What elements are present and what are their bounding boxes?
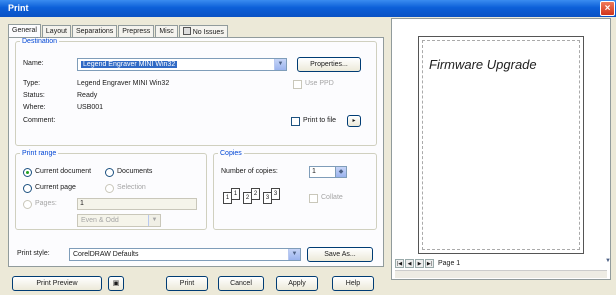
horizontal-scrollbar[interactable]	[395, 270, 607, 278]
chevron-down-icon[interactable]: ▼	[148, 215, 160, 226]
type-value: Legend Engraver MINI Win32	[77, 80, 170, 87]
chevron-down-icon[interactable]: ▼	[274, 59, 286, 70]
collate-page-icon: 2	[251, 188, 260, 200]
current-document-label: Current document	[35, 168, 92, 175]
collate-checkbox[interactable]	[309, 194, 318, 203]
current-page-radio[interactable]	[23, 184, 32, 193]
cancel-button[interactable]: Cancel	[218, 276, 264, 291]
first-page-icon[interactable]: |◀	[395, 259, 404, 268]
page-tab[interactable]: Page 1	[438, 260, 460, 267]
destination-group: Destination	[15, 38, 377, 146]
properties-button[interactable]: Properties...	[297, 57, 361, 72]
print-dialog: Print × General Layout Separations Prepr…	[0, 0, 616, 295]
current-page-label: Current page	[35, 184, 76, 191]
preview-page: Firmware Upgrade	[418, 36, 584, 254]
next-page-icon[interactable]: ▶	[415, 259, 424, 268]
pages-input[interactable]: 1	[77, 198, 197, 210]
collate-page-icon: 3	[271, 188, 280, 200]
print-button[interactable]: Print	[166, 276, 208, 291]
title-bar: Print ×	[0, 0, 616, 17]
print-style-value: CorelDRAW Defaults	[73, 251, 139, 258]
where-value: USB001	[77, 104, 104, 111]
selection-radio[interactable]	[105, 184, 114, 193]
printer-name-select[interactable]: Legend Engraver MINI Win32 ▼	[77, 58, 287, 71]
selection-label: Selection	[117, 184, 146, 191]
preview-icon: ▣	[112, 280, 120, 287]
status-label: Status:	[23, 92, 45, 99]
help-button[interactable]: Help	[332, 276, 374, 291]
print-range-legend: Print range	[22, 150, 57, 157]
print-to-file-label: Print to file	[303, 117, 337, 124]
close-button[interactable]: ×	[600, 1, 615, 16]
status-value: Ready	[77, 92, 98, 99]
type-label: Type:	[23, 80, 41, 87]
collate-page-icon: 1	[231, 188, 240, 200]
apply-button[interactable]: Apply	[276, 276, 318, 291]
even-odd-select[interactable]: Even & Odd ▼	[77, 214, 161, 227]
use-ppd-label: Use PPD	[305, 80, 334, 87]
chevron-down-icon[interactable]: ▼	[288, 249, 300, 260]
print-preview-button[interactable]: Print Preview	[12, 276, 102, 291]
collate-label: Collate	[321, 194, 343, 201]
copies-spinner[interactable]: ◆	[335, 166, 347, 178]
save-as-button[interactable]: Save As...	[307, 247, 373, 262]
last-page-icon[interactable]: ▶|	[425, 259, 434, 268]
page-navigation: |◀ ◀ ▶ ▶| Page 1	[395, 258, 460, 269]
where-label: Where:	[23, 104, 46, 111]
documents-label: Documents	[117, 168, 153, 175]
copies-legend: Copies	[220, 150, 242, 157]
pages-radio[interactable]	[23, 200, 32, 209]
print-to-file-options-button[interactable]: ▸	[347, 115, 361, 127]
current-document-radio[interactable]	[23, 168, 32, 177]
window-title: Print	[8, 3, 29, 13]
prev-page-icon[interactable]: ◀	[405, 259, 414, 268]
print-style-select[interactable]: CorelDRAW Defaults ▼	[69, 248, 301, 261]
tab-general[interactable]: General	[8, 24, 41, 38]
chevron-down-icon[interactable]: ▼	[604, 258, 612, 269]
general-panel: Destination Name: Legend Engraver MINI W…	[8, 37, 384, 267]
print-to-file-checkbox[interactable]	[291, 117, 300, 126]
printer-name-value: Legend Engraver MINI Win32	[81, 61, 178, 68]
comment-label: Comment:	[23, 117, 56, 124]
tab-issues-label: No Issues	[192, 29, 224, 36]
even-odd-value: Even & Odd	[81, 217, 119, 224]
number-of-copies-label: Number of copies:	[221, 168, 278, 175]
destination-legend: Destination	[22, 38, 58, 45]
preview-toggle-button[interactable]: ▣	[108, 276, 124, 291]
issues-icon	[182, 27, 191, 35]
print-style-label: Print style:	[17, 250, 50, 257]
name-label: Name:	[23, 60, 44, 67]
pages-label: Pages:	[35, 200, 57, 207]
documents-radio[interactable]	[105, 168, 114, 177]
preview-page-text: Firmware Upgrade	[429, 57, 537, 72]
use-ppd-checkbox[interactable]	[293, 80, 302, 89]
